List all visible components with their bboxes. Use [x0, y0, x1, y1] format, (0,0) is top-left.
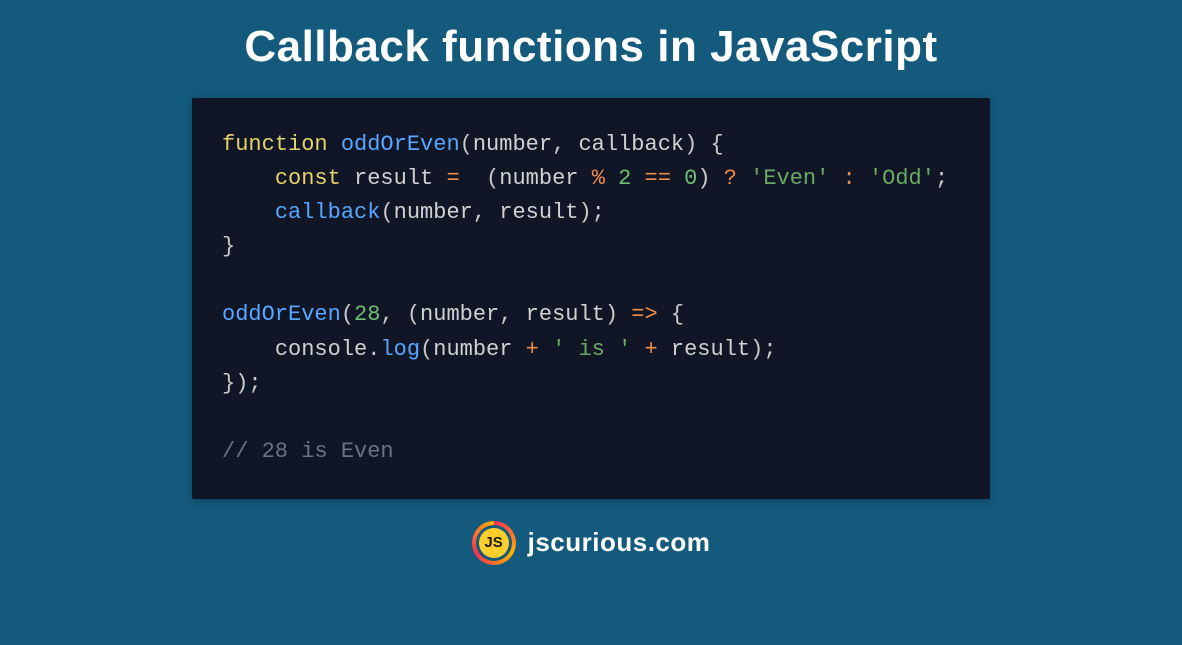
- code-token: ) {: [684, 132, 724, 157]
- brand: JS jscurious.com: [472, 521, 711, 565]
- code-token: [658, 337, 671, 362]
- code-token: result: [671, 337, 750, 362]
- code-token: [631, 166, 644, 191]
- code-token: %: [592, 166, 605, 191]
- page-title: Callback functions in JavaScript: [244, 22, 937, 72]
- code-token: [737, 166, 750, 191]
- code-token: number: [499, 166, 578, 191]
- code-token: number: [473, 132, 552, 157]
- code-token: [578, 166, 591, 191]
- code-token: (: [380, 200, 393, 225]
- code-token: [512, 337, 525, 362]
- code-token: =: [446, 166, 459, 191]
- code-token: result: [526, 302, 605, 327]
- code-token: ==: [645, 166, 671, 191]
- code-token: 'Odd': [869, 166, 935, 191]
- code-token: // 28 is Even: [222, 439, 394, 464]
- code-token: [631, 337, 644, 362]
- code-token: , (: [380, 302, 420, 327]
- code-token: });: [222, 371, 262, 396]
- brand-domain: jscurious.com: [528, 527, 711, 558]
- code-token: number: [394, 200, 473, 225]
- code-token: (: [460, 132, 473, 157]
- code-token: .: [367, 337, 380, 362]
- code-token: [539, 337, 552, 362]
- code-token: );: [578, 200, 604, 225]
- code-token: 'Even': [750, 166, 829, 191]
- code-token: oddOrEven: [341, 132, 460, 157]
- code-token: =>: [631, 302, 657, 327]
- code-token: ,: [499, 302, 525, 327]
- code-token: [671, 166, 684, 191]
- code-token: [433, 166, 446, 191]
- slide: Callback functions in JavaScript functio…: [0, 0, 1182, 645]
- code-token: ;: [935, 166, 948, 191]
- code-token: ,: [473, 200, 499, 225]
- code-token: ' is ': [552, 337, 631, 362]
- code-token: result: [354, 166, 433, 191]
- code-token: (: [420, 337, 433, 362]
- code-token: ): [697, 166, 723, 191]
- brand-logo-icon: JS: [472, 521, 516, 565]
- code-token: 0: [684, 166, 697, 191]
- code-token: console: [275, 337, 367, 362]
- code-token: ,: [552, 132, 578, 157]
- code-token: );: [750, 337, 776, 362]
- code-token: function: [222, 132, 341, 157]
- code-token: log: [380, 337, 420, 362]
- code-token: ?: [724, 166, 737, 191]
- code-token: :: [843, 166, 856, 191]
- code-token: [856, 166, 869, 191]
- code-block: function oddOrEven(number, callback) { c…: [222, 128, 960, 469]
- code-token: number: [420, 302, 499, 327]
- code-token: 2: [618, 166, 631, 191]
- brand-logo-badge: JS: [479, 528, 509, 558]
- code-token: result: [499, 200, 578, 225]
- code-token: const: [275, 166, 354, 191]
- code-token: number: [433, 337, 512, 362]
- code-token: 28: [354, 302, 380, 327]
- code-token: (: [460, 166, 500, 191]
- code-token: {: [658, 302, 684, 327]
- code-token: +: [526, 337, 539, 362]
- code-token: ): [605, 302, 631, 327]
- code-token: +: [645, 337, 658, 362]
- code-token: (: [341, 302, 354, 327]
- code-token: callback: [578, 132, 684, 157]
- code-card: function oddOrEven(number, callback) { c…: [192, 98, 990, 499]
- code-token: callback: [275, 200, 381, 225]
- code-token: [829, 166, 842, 191]
- code-token: oddOrEven: [222, 302, 341, 327]
- code-token: }: [222, 234, 235, 259]
- code-token: [605, 166, 618, 191]
